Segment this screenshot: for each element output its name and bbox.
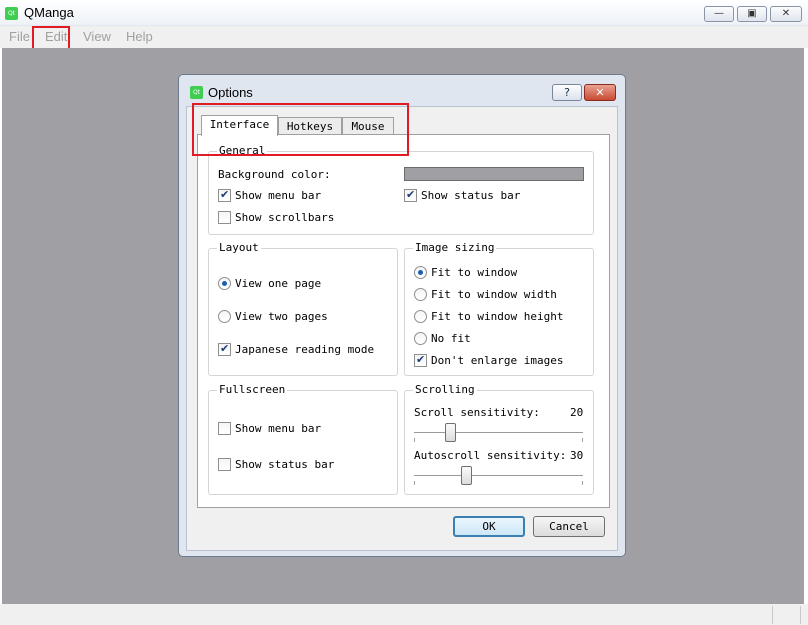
japanese-reading-mode-checkbox[interactable]: Japanese reading mode (218, 342, 378, 357)
checkbox-checked-icon[interactable] (218, 188, 231, 202)
menu-help[interactable]: Help (126, 29, 153, 44)
no-fit-label: No fit (431, 332, 471, 345)
app-title: QManga (24, 5, 74, 20)
checkbox-unchecked-icon[interactable] (218, 211, 231, 224)
scroll-sensitivity-track[interactable] (414, 432, 583, 434)
fullscreen-show-status-bar-label: Show status bar (235, 458, 335, 471)
image-sizing-title: Image sizing (413, 241, 497, 254)
maximize-button[interactable]: ▣ (737, 6, 767, 22)
fit-to-window-radio[interactable]: Fit to window (414, 266, 574, 280)
layout-title: Layout (217, 241, 261, 254)
autoscroll-sensitivity-value: 30 (570, 449, 584, 462)
checkbox-checked-icon[interactable] (404, 188, 417, 202)
autoscroll-sensitivity-label: Autoscroll sensitivity: (414, 449, 567, 462)
radio-unselected-icon[interactable] (414, 288, 427, 301)
status-grip (772, 606, 773, 624)
radio-selected-icon[interactable] (218, 277, 231, 290)
dialog-close-button[interactable]: ✕ (584, 84, 616, 101)
view-one-page-label: View one page (235, 277, 322, 290)
fit-to-window-height-radio[interactable]: Fit to window height (414, 310, 574, 324)
view-two-pages-radio[interactable]: View two pages (218, 310, 338, 324)
slider-tick (414, 438, 415, 442)
menu-file[interactable]: File (9, 29, 30, 44)
radio-unselected-icon[interactable] (414, 332, 427, 345)
status-bar (0, 604, 808, 625)
fullscreen-title: Fullscreen (217, 383, 288, 396)
view-one-page-radio[interactable]: View one page (218, 277, 338, 291)
menu-view[interactable]: View (83, 29, 111, 44)
fit-to-window-height-label: Fit to window height (431, 310, 564, 323)
fit-to-window-width-radio[interactable]: Fit to window width (414, 288, 574, 302)
ok-button[interactable]: OK (453, 516, 525, 537)
autoscroll-sensitivity-track[interactable] (414, 475, 583, 477)
fullscreen-show-menu-bar-checkbox[interactable]: Show menu bar (218, 422, 338, 436)
no-fit-radio[interactable]: No fit (414, 332, 574, 346)
interface-pane: General Background color: Show menu bar … (197, 134, 610, 508)
checkbox-checked-icon[interactable] (414, 353, 427, 367)
radio-unselected-icon[interactable] (218, 310, 231, 323)
dont-enlarge-images-label: Don't enlarge images (431, 354, 564, 367)
checkbox-unchecked-icon[interactable] (218, 422, 231, 435)
fullscreen-group: Fullscreen (208, 383, 398, 495)
japanese-reading-mode-label: Japanese reading mode (235, 343, 375, 356)
menu-bar: File Edit View Help (0, 26, 808, 48)
scroll-sensitivity-handle[interactable] (445, 423, 456, 442)
radio-selected-icon[interactable] (414, 266, 427, 279)
show-status-bar-checkbox[interactable]: Show status bar (404, 188, 524, 203)
background-color-swatch[interactable] (404, 167, 584, 181)
fullscreen-show-status-bar-checkbox[interactable]: Show status bar (218, 458, 338, 472)
show-scrollbars-label: Show scrollbars (235, 211, 335, 224)
show-scrollbars-checkbox[interactable]: Show scrollbars (218, 211, 338, 225)
slider-tick (582, 438, 583, 442)
checkbox-unchecked-icon[interactable] (218, 458, 231, 471)
slider-tick (414, 481, 415, 485)
show-menu-bar-label: Show menu bar (235, 189, 322, 202)
app-icon: Qt (5, 7, 18, 20)
close-button[interactable]: ✕ (770, 6, 802, 22)
show-menu-bar-checkbox[interactable]: Show menu bar (218, 188, 338, 203)
scroll-sensitivity-label: Scroll sensitivity: (414, 406, 540, 419)
scrolling-title: Scrolling (413, 383, 477, 396)
fit-to-window-label: Fit to window (431, 266, 518, 279)
dialog-app-icon: Qt (190, 86, 203, 99)
autoscroll-sensitivity-handle[interactable] (461, 466, 472, 485)
title-bar: Qt QManga — ▣ ✕ (0, 0, 808, 26)
fullscreen-show-menu-bar-label: Show menu bar (235, 422, 322, 435)
background-color-label: Background color: (218, 168, 331, 181)
view-two-pages-label: View two pages (235, 310, 328, 323)
cancel-button[interactable]: Cancel (533, 516, 605, 537)
show-status-bar-label: Show status bar (421, 189, 521, 202)
help-button[interactable]: ? (552, 84, 582, 101)
status-grip-right (800, 606, 801, 624)
tab-interface[interactable]: Interface (201, 115, 278, 136)
dialog-title: Options (208, 85, 253, 100)
minimize-button[interactable]: — (704, 6, 734, 22)
radio-unselected-icon[interactable] (414, 310, 427, 323)
fit-to-window-width-label: Fit to window width (431, 288, 557, 301)
scroll-sensitivity-value: 20 (570, 406, 584, 419)
checkbox-checked-icon[interactable] (218, 342, 231, 356)
dont-enlarge-images-checkbox[interactable]: Don't enlarge images (414, 353, 574, 368)
slider-tick (582, 481, 583, 485)
